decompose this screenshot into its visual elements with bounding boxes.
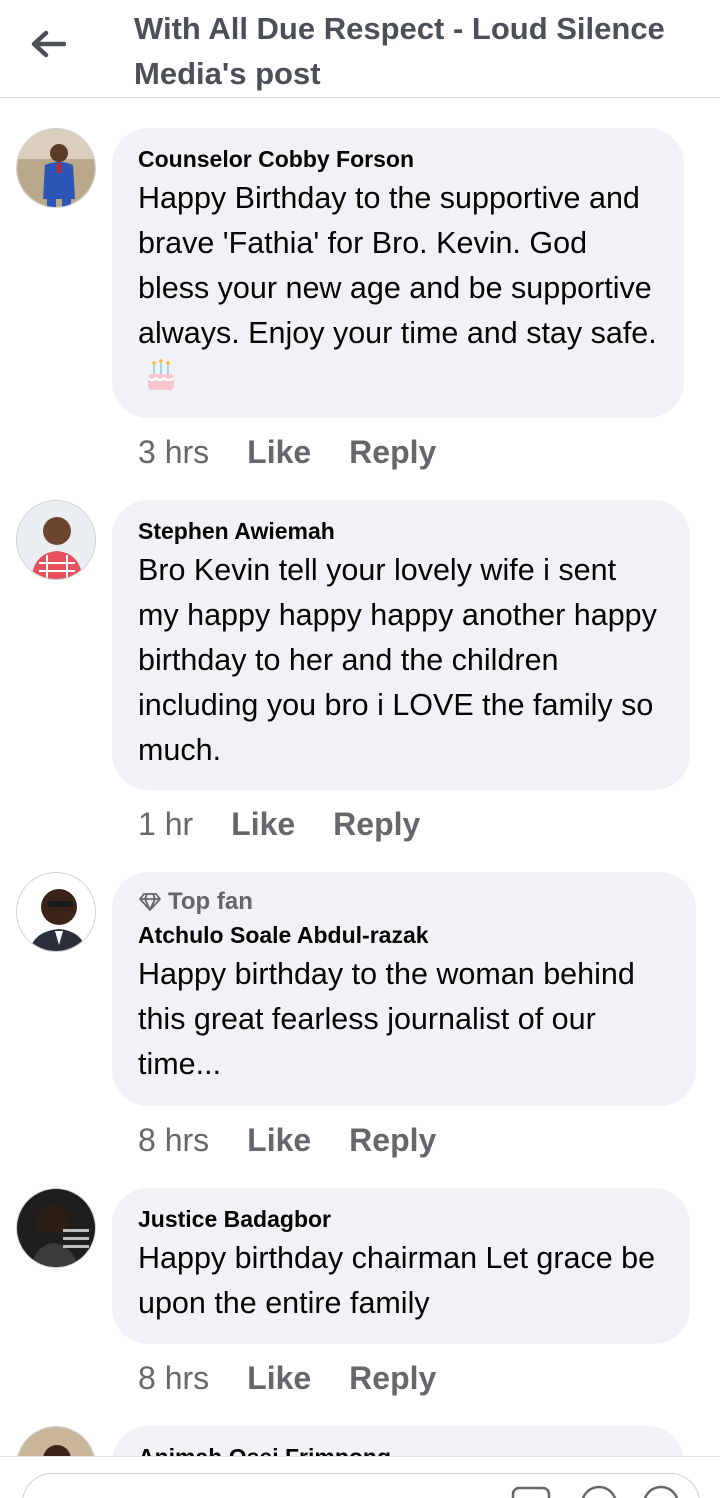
comment-author[interactable]: Stephen Awiemah xyxy=(138,516,664,546)
comment-actions: 3 hrs Like Reply xyxy=(138,434,436,471)
comment-text: Happy birthday to the woman behind this … xyxy=(138,957,635,1081)
comment-text: Bro Kevin tell your lovely wife i sent m… xyxy=(138,553,657,767)
diamond-icon xyxy=(139,893,161,911)
comment-actions: 1 hr Like Reply xyxy=(138,806,420,843)
avatar[interactable] xyxy=(16,872,96,952)
reply-button[interactable]: Reply xyxy=(349,1122,436,1159)
comment-composer xyxy=(0,1456,720,1498)
comment-bubble[interactable]: Justice Badagbor Happy birthday chairman… xyxy=(112,1188,690,1344)
comment-bubble[interactable]: Counselor Cobby Forson Happy Birthday to… xyxy=(112,128,684,418)
reply-button[interactable]: Reply xyxy=(349,1360,436,1397)
birthday-cake-icon xyxy=(142,356,180,407)
post-header: With All Due Respect - Loud Silence Medi… xyxy=(0,0,720,98)
comment-author[interactable]: Atchulo Soale Abdul-razak xyxy=(138,920,670,950)
comment-bubble[interactable]: Top fan Atchulo Soale Abdul-razak Happy … xyxy=(112,872,696,1106)
page-title: With All Due Respect - Loud Silence Medi… xyxy=(134,11,665,91)
comment-author[interactable]: Justice Badagbor xyxy=(138,1204,664,1234)
emoji-icon[interactable] xyxy=(641,1484,681,1498)
comment-input[interactable] xyxy=(22,1473,700,1498)
like-button[interactable]: Like xyxy=(247,1360,311,1397)
comment-actions: 8 hrs Like Reply xyxy=(138,1122,436,1159)
comment-timestamp[interactable]: 8 hrs xyxy=(138,1122,209,1159)
comment-timestamp[interactable]: 3 hrs xyxy=(138,434,209,471)
badge-label: Top fan xyxy=(168,888,253,915)
comment-author[interactable]: Counselor Cobby Forson xyxy=(138,144,658,174)
avatar[interactable] xyxy=(16,128,96,208)
avatar[interactable] xyxy=(16,1188,96,1268)
reply-button[interactable]: Reply xyxy=(333,806,420,843)
top-fan-badge: Top fan xyxy=(138,888,670,916)
comment-bubble[interactable]: Stephen Awiemah Bro Kevin tell your love… xyxy=(112,500,690,790)
back-button[interactable] xyxy=(22,22,74,66)
camera-icon[interactable] xyxy=(511,1484,551,1498)
reply-button[interactable]: Reply xyxy=(349,434,436,471)
comment-text: Happy birthday chairman Let grace be upo… xyxy=(138,1241,656,1320)
arrow-left-icon xyxy=(31,30,66,58)
like-button[interactable]: Like xyxy=(231,806,295,843)
comment-text: Happy Birthday to the supportive and bra… xyxy=(138,176,658,407)
like-button[interactable]: Like xyxy=(247,434,311,471)
comment-timestamp[interactable]: 1 hr xyxy=(138,806,193,843)
gif-icon[interactable] xyxy=(579,1484,619,1498)
comment-timestamp[interactable]: 8 hrs xyxy=(138,1360,209,1397)
avatar[interactable] xyxy=(16,500,96,580)
like-button[interactable]: Like xyxy=(247,1122,311,1159)
comment-actions: 8 hrs Like Reply xyxy=(138,1360,436,1397)
